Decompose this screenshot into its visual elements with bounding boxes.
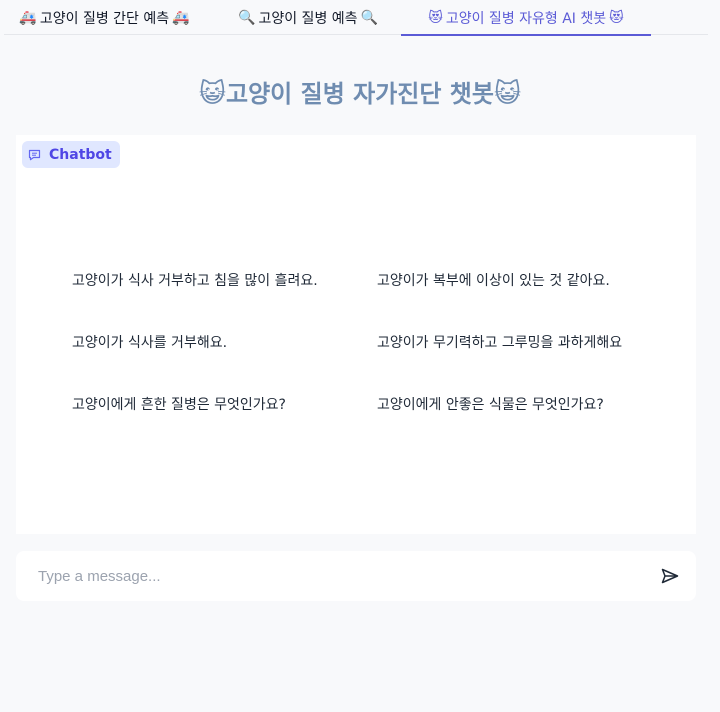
chat-bubble-icon: [28, 149, 41, 160]
smiling-cat-icon: 😺: [493, 79, 522, 109]
tab-ai-chatbot[interactable]: 😻 고양이 질병 자유형 AI 챗봇 😻: [401, 0, 651, 36]
tab-label: 고양이 질병 자유형 AI 챗봇: [445, 10, 607, 27]
example-prompt[interactable]: 고양이가 식사를 거부해요.: [72, 332, 227, 352]
smiling-cat-icon: 😺: [198, 79, 227, 109]
page-title-text: 고양이 질병 자가진단 챗봇: [226, 80, 494, 108]
ambulance-icon: 🚑: [172, 9, 190, 26]
message-composer: [16, 551, 696, 601]
page-title: 😺고양이 질병 자가진단 챗봇😺: [0, 74, 720, 109]
example-prompt[interactable]: 고양이가 식사 거부하고 침을 많이 흘려요.: [72, 270, 318, 290]
tab-disease-prediction[interactable]: 🔍 고양이 질병 예측 🔍: [225, 0, 391, 35]
tab-simple-prediction[interactable]: 🚑 고양이 질병 간단 예측 🚑: [4, 0, 205, 35]
heart-eyes-cat-icon: 😻: [428, 9, 443, 26]
heart-eyes-cat-icon: 😻: [609, 9, 624, 26]
tab-label: 고양이 질병 간단 예측: [39, 10, 170, 27]
example-prompt[interactable]: 고양이에게 안좋은 식물은 무엇인가요?: [377, 394, 604, 414]
magnifier-icon: 🔍: [360, 9, 378, 26]
chatbot-panel: Chatbot 고양이가 식사 거부하고 침을 많이 흘려요. 고양이가 복부에…: [16, 135, 696, 534]
tab-bar: 🚑 고양이 질병 간단 예측 🚑 🔍 고양이 질병 예측 🔍 😻 고양이 질병 …: [4, 0, 708, 36]
send-button[interactable]: [660, 566, 680, 586]
chatbot-label: Chatbot: [22, 141, 120, 168]
message-input[interactable]: [36, 563, 636, 589]
chatbot-label-text: Chatbot: [49, 146, 112, 163]
example-prompt[interactable]: 고양이에게 흔한 질병은 무엇인가요?: [72, 394, 286, 414]
ambulance-icon: 🚑: [19, 9, 37, 26]
send-icon: [661, 568, 679, 584]
tab-label: 고양이 질병 예측: [258, 10, 358, 27]
example-prompt[interactable]: 고양이가 복부에 이상이 있는 것 같아요.: [377, 270, 610, 290]
magnifier-icon: 🔍: [238, 9, 256, 26]
example-prompt[interactable]: 고양이가 무기력하고 그루밍을 과하게해요: [377, 332, 622, 352]
